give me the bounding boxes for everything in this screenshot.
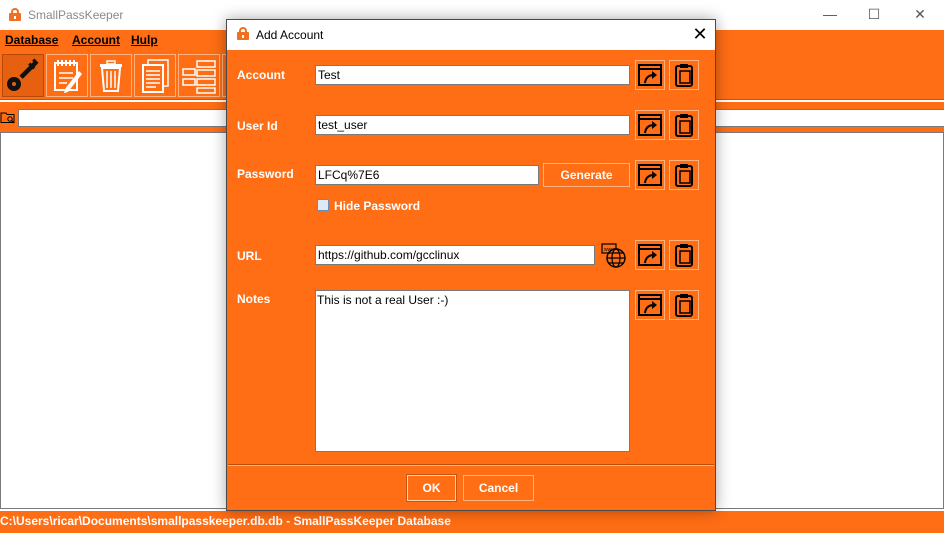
toolbar-view-button[interactable] <box>134 54 176 97</box>
account-clipboard-button[interactable] <box>669 60 699 90</box>
password-clipboard-button[interactable] <box>669 160 699 190</box>
open-url-button[interactable]: www <box>600 242 628 270</box>
dialog-close-button[interactable]: ✕ <box>690 24 710 44</box>
notes-label: Notes <box>237 292 271 306</box>
dialog-separator <box>228 464 714 466</box>
main-window-title: SmallPassKeeper <box>28 8 124 22</box>
key-icon <box>7 58 39 91</box>
clipboard-icon <box>675 244 693 267</box>
window-arrow-icon <box>638 114 662 136</box>
hide-password-label[interactable]: Hide Password <box>334 199 420 213</box>
menu-account[interactable]: Account <box>72 33 120 47</box>
edit-note-icon <box>54 60 82 93</box>
url-copy-button[interactable] <box>635 240 665 270</box>
clipboard-icon <box>675 114 693 137</box>
url-clipboard-button[interactable] <box>669 240 699 270</box>
close-button[interactable]: ✕ <box>912 6 928 22</box>
userid-copy-button[interactable] <box>635 110 665 140</box>
app-lock-icon <box>9 8 21 21</box>
userid-clipboard-button[interactable] <box>669 110 699 140</box>
toolbar-delete-button[interactable] <box>90 54 132 97</box>
url-field[interactable]: https://github.com/gcclinux <box>315 245 595 265</box>
dialog-lock-icon <box>237 27 249 40</box>
account-label: Account <box>237 68 285 82</box>
window-arrow-icon <box>638 294 662 316</box>
notes-clipboard-button[interactable] <box>669 290 699 320</box>
generate-button[interactable]: Generate <box>543 163 630 187</box>
password-field[interactable]: LFCq%7E6 <box>315 165 539 185</box>
window-arrow-icon <box>638 64 662 86</box>
notes-textarea[interactable]: This is not a real User :-) <box>315 290 630 452</box>
globe-icon: www <box>601 243 626 268</box>
password-label: Password <box>237 167 294 181</box>
toolbar-add-account-button[interactable] <box>2 54 44 97</box>
dialog-title: Add Account <box>256 28 324 42</box>
clipboard-icon <box>675 164 693 187</box>
clipboard-icon <box>675 294 693 317</box>
account-copy-button[interactable] <box>635 60 665 90</box>
document-icon <box>142 59 169 93</box>
database-rows-icon <box>182 60 216 94</box>
hide-password-checkbox[interactable] <box>317 199 329 211</box>
menu-hulp[interactable]: Hulp <box>131 33 158 47</box>
cancel-button[interactable]: Cancel <box>463 475 534 501</box>
ok-button[interactable]: OK <box>406 474 457 502</box>
account-field[interactable]: Test <box>315 65 630 85</box>
menu-database[interactable]: Database <box>5 33 58 47</box>
toolbar-database-button[interactable] <box>178 54 220 97</box>
trash-icon <box>100 60 122 92</box>
password-copy-button[interactable] <box>635 160 665 190</box>
status-text: C:\Users\ricar\Documents\smallpasskeeper… <box>0 514 451 528</box>
clipboard-icon <box>675 64 693 87</box>
window-arrow-icon <box>638 164 662 186</box>
notes-copy-button[interactable] <box>635 290 665 320</box>
userid-label: User Id <box>237 119 278 133</box>
maximize-button[interactable]: ☐ <box>866 6 882 22</box>
window-arrow-icon <box>638 244 662 266</box>
url-label: URL <box>237 249 262 263</box>
minimize-button[interactable]: — <box>822 6 838 22</box>
folder-search-icon <box>0 112 15 124</box>
toolbar-edit-button[interactable] <box>46 54 88 97</box>
userid-field[interactable]: test_user <box>315 115 630 135</box>
